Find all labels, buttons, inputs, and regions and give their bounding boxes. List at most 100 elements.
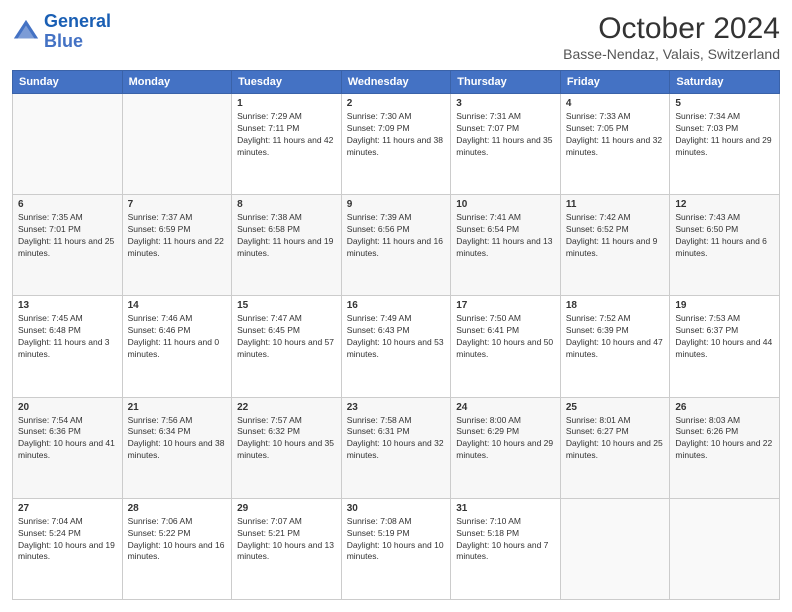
day-number: 15	[237, 300, 336, 311]
day-info: Sunrise: 7:37 AM Sunset: 6:59 PM Dayligh…	[128, 212, 227, 260]
logo-text: General Blue	[44, 12, 111, 52]
day-header-tuesday: Tuesday	[232, 71, 342, 94]
calendar-cell	[560, 498, 670, 599]
day-info: Sunrise: 7:30 AM Sunset: 7:09 PM Dayligh…	[347, 111, 446, 159]
day-info: Sunrise: 7:33 AM Sunset: 7:05 PM Dayligh…	[566, 111, 665, 159]
logo-line2: Blue	[44, 32, 111, 52]
calendar-cell: 16 Sunrise: 7:49 AM Sunset: 6:43 PM Dayli…	[341, 296, 451, 397]
logo-icon	[12, 18, 40, 46]
day-number: 2	[347, 98, 446, 109]
calendar-cell: 23 Sunrise: 7:58 AM Sunset: 6:31 PM Dayli…	[341, 397, 451, 498]
day-info: Sunrise: 7:49 AM Sunset: 6:43 PM Dayligh…	[347, 313, 446, 361]
calendar-cell: 11 Sunrise: 7:42 AM Sunset: 6:52 PM Dayli…	[560, 195, 670, 296]
day-info: Sunrise: 7:58 AM Sunset: 6:31 PM Dayligh…	[347, 415, 446, 463]
calendar-cell: 27Sunrise: 7:04 AM Sunset: 5:24 PM Dayli…	[13, 498, 123, 599]
day-info: Sunrise: 7:07 AM Sunset: 5:21 PM Dayligh…	[237, 516, 336, 564]
day-number: 24	[456, 402, 555, 413]
calendar-cell: 19 Sunrise: 7:53 AM Sunset: 6:37 PM Dayli…	[670, 296, 780, 397]
day-info: Sunrise: 7:08 AM Sunset: 5:19 PM Dayligh…	[347, 516, 446, 564]
day-number: 8	[237, 199, 336, 210]
day-number: 10	[456, 199, 555, 210]
day-number: 25	[566, 402, 665, 413]
day-number: 30	[347, 503, 446, 514]
day-number: 31	[456, 503, 555, 514]
calendar-cell: 31 Sunrise: 7:10 AM Sunset: 5:18 PM Dayli…	[451, 498, 561, 599]
day-info: Sunrise: 7:50 AM Sunset: 6:41 PM Dayligh…	[456, 313, 555, 361]
day-number: 26	[675, 402, 774, 413]
day-number: 21	[128, 402, 227, 413]
subtitle: Basse-Nendaz, Valais, Switzerland	[563, 46, 780, 62]
calendar-cell: 3Sunrise: 7:31 AM Sunset: 7:07 PM Daylig…	[451, 94, 561, 195]
calendar-cell: 13Sunrise: 7:45 AM Sunset: 6:48 PM Dayli…	[13, 296, 123, 397]
calendar-cell: 30 Sunrise: 7:08 AM Sunset: 5:19 PM Dayli…	[341, 498, 451, 599]
calendar-cell: 4 Sunrise: 7:33 AM Sunset: 7:05 PM Daylig…	[560, 94, 670, 195]
calendar-cell: 18 Sunrise: 7:52 AM Sunset: 6:39 PM Dayli…	[560, 296, 670, 397]
day-info: Sunrise: 7:38 AM Sunset: 6:58 PM Dayligh…	[237, 212, 336, 260]
day-number: 11	[566, 199, 665, 210]
day-number: 9	[347, 199, 446, 210]
title-block: October 2024 Basse-Nendaz, Valais, Switz…	[563, 12, 780, 62]
day-number: 5	[675, 98, 774, 109]
day-info: Sunrise: 8:00 AM Sunset: 6:29 PM Dayligh…	[456, 415, 555, 463]
day-number: 23	[347, 402, 446, 413]
calendar-cell: 26 Sunrise: 8:03 AM Sunset: 6:26 PM Dayli…	[670, 397, 780, 498]
day-info: Sunrise: 7:43 AM Sunset: 6:50 PM Dayligh…	[675, 212, 774, 260]
day-number: 7	[128, 199, 227, 210]
week-row-5: 27Sunrise: 7:04 AM Sunset: 5:24 PM Dayli…	[13, 498, 780, 599]
day-header-monday: Monday	[122, 71, 232, 94]
day-number: 19	[675, 300, 774, 311]
day-info: Sunrise: 7:52 AM Sunset: 6:39 PM Dayligh…	[566, 313, 665, 361]
day-info: Sunrise: 7:53 AM Sunset: 6:37 PM Dayligh…	[675, 313, 774, 361]
week-row-4: 20 Sunrise: 7:54 AM Sunset: 6:36 PM Dayli…	[13, 397, 780, 498]
day-number: 18	[566, 300, 665, 311]
calendar-cell: 25 Sunrise: 8:01 AM Sunset: 6:27 PM Dayli…	[560, 397, 670, 498]
day-number: 28	[128, 503, 227, 514]
calendar-cell: 9Sunrise: 7:39 AM Sunset: 6:56 PM Daylig…	[341, 195, 451, 296]
day-number: 20	[18, 402, 117, 413]
calendar-cell: 15 Sunrise: 7:47 AM Sunset: 6:45 PM Dayli…	[232, 296, 342, 397]
day-header-wednesday: Wednesday	[341, 71, 451, 94]
day-info: Sunrise: 7:06 AM Sunset: 5:22 PM Dayligh…	[128, 516, 227, 564]
days-header-row: SundayMondayTuesdayWednesdayThursdayFrid…	[13, 71, 780, 94]
calendar-cell: 12 Sunrise: 7:43 AM Sunset: 6:50 PM Dayli…	[670, 195, 780, 296]
day-info: Sunrise: 7:57 AM Sunset: 6:32 PM Dayligh…	[237, 415, 336, 463]
day-number: 17	[456, 300, 555, 311]
day-number: 4	[566, 98, 665, 109]
calendar-cell: 14 Sunrise: 7:46 AM Sunset: 6:46 PM Dayli…	[122, 296, 232, 397]
day-header-thursday: Thursday	[451, 71, 561, 94]
day-header-sunday: Sunday	[13, 71, 123, 94]
logo: General Blue	[12, 12, 111, 52]
day-number: 6	[18, 199, 117, 210]
calendar-cell: 17 Sunrise: 7:50 AM Sunset: 6:41 PM Dayli…	[451, 296, 561, 397]
day-number: 14	[128, 300, 227, 311]
day-info: Sunrise: 7:42 AM Sunset: 6:52 PM Dayligh…	[566, 212, 665, 260]
day-number: 12	[675, 199, 774, 210]
calendar-cell	[122, 94, 232, 195]
page: General Blue October 2024 Basse-Nendaz, …	[0, 0, 792, 612]
day-number: 16	[347, 300, 446, 311]
day-info: Sunrise: 7:47 AM Sunset: 6:45 PM Dayligh…	[237, 313, 336, 361]
day-header-saturday: Saturday	[670, 71, 780, 94]
day-number: 22	[237, 402, 336, 413]
day-info: Sunrise: 7:34 AM Sunset: 7:03 PM Dayligh…	[675, 111, 774, 159]
calendar-cell: 21 Sunrise: 7:56 AM Sunset: 6:34 PM Dayli…	[122, 397, 232, 498]
logo-line1: General	[44, 11, 111, 31]
day-info: Sunrise: 7:10 AM Sunset: 5:18 PM Dayligh…	[456, 516, 555, 564]
day-number: 13	[18, 300, 117, 311]
calendar-cell: 6Sunrise: 7:35 AM Sunset: 7:01 PM Daylig…	[13, 195, 123, 296]
calendar-cell: 8 Sunrise: 7:38 AM Sunset: 6:58 PM Daylig…	[232, 195, 342, 296]
calendar-cell: 1Sunrise: 7:29 AM Sunset: 7:11 PM Daylig…	[232, 94, 342, 195]
day-info: Sunrise: 8:01 AM Sunset: 6:27 PM Dayligh…	[566, 415, 665, 463]
week-row-3: 13Sunrise: 7:45 AM Sunset: 6:48 PM Dayli…	[13, 296, 780, 397]
day-info: Sunrise: 7:54 AM Sunset: 6:36 PM Dayligh…	[18, 415, 117, 463]
calendar-cell: 2 Sunrise: 7:30 AM Sunset: 7:09 PM Daylig…	[341, 94, 451, 195]
calendar-cell: 29Sunrise: 7:07 AM Sunset: 5:21 PM Dayli…	[232, 498, 342, 599]
day-info: Sunrise: 7:56 AM Sunset: 6:34 PM Dayligh…	[128, 415, 227, 463]
day-header-friday: Friday	[560, 71, 670, 94]
calendar-cell: 24 Sunrise: 8:00 AM Sunset: 6:29 PM Dayli…	[451, 397, 561, 498]
day-info: Sunrise: 7:04 AM Sunset: 5:24 PM Dayligh…	[18, 516, 117, 564]
day-info: Sunrise: 8:03 AM Sunset: 6:26 PM Dayligh…	[675, 415, 774, 463]
day-number: 1	[237, 98, 336, 109]
week-row-1: 1Sunrise: 7:29 AM Sunset: 7:11 PM Daylig…	[13, 94, 780, 195]
day-info: Sunrise: 7:46 AM Sunset: 6:46 PM Dayligh…	[128, 313, 227, 361]
